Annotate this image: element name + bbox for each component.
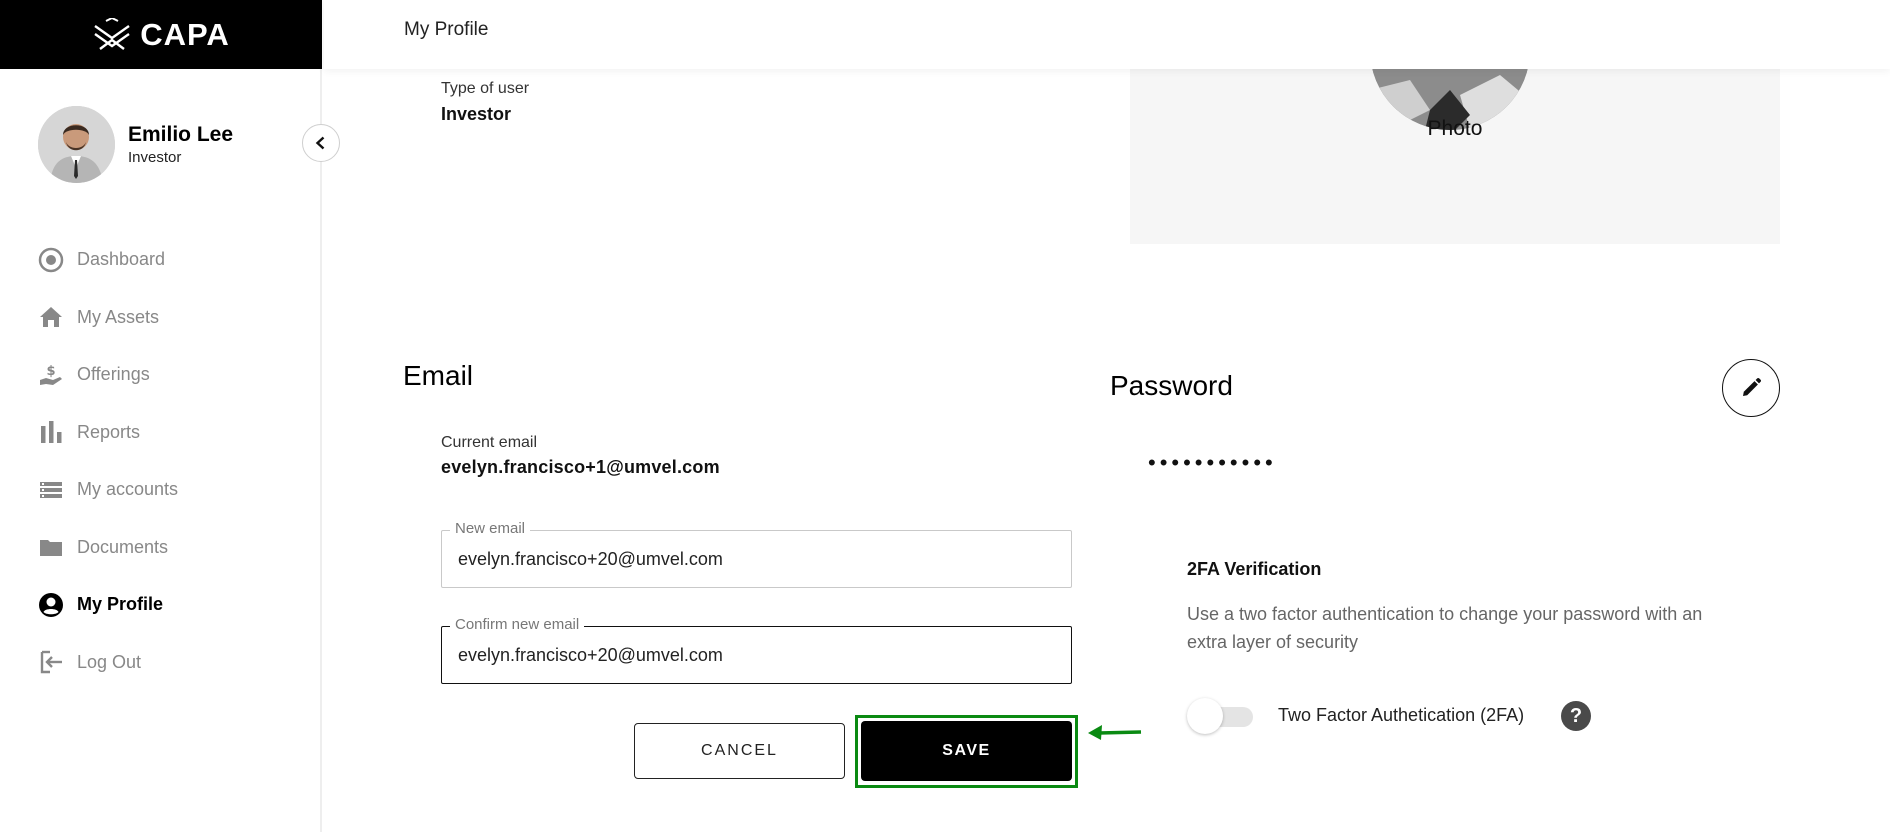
sidebar-item-label: My accounts — [77, 479, 179, 500]
sidebar-item-reports[interactable]: Reports — [38, 404, 308, 462]
chevron-left-icon — [315, 136, 325, 150]
account-circle-icon — [38, 592, 64, 618]
tfa-description: Use a two factor authentication to chang… — [1187, 604, 1703, 652]
capa-logo-icon — [94, 17, 130, 50]
current-email-label: Current email — [441, 434, 538, 451]
sidebar-item-my-assets[interactable]: My Assets — [38, 289, 308, 347]
photo-panel: Photo — [1130, 40, 1780, 244]
user-type-label: Type of user — [441, 80, 530, 97]
new-email-input[interactable] — [442, 531, 1071, 587]
brand-bar[interactable]: CAPA — [0, 0, 322, 69]
toggle-thumb — [1187, 698, 1223, 734]
sidebar-item-offerings[interactable]: $ Offerings — [38, 346, 308, 404]
sidebar-item-log-out[interactable]: Log Out — [38, 634, 308, 692]
confirm-email-field[interactable]: Confirm new email — [441, 616, 1072, 684]
sidebar-item-documents[interactable]: Documents — [38, 519, 308, 577]
tfa-toggle[interactable] — [1187, 697, 1259, 735]
help-icon[interactable]: ? — [1561, 701, 1591, 731]
sidebar-item-label: Log Out — [77, 651, 142, 672]
annotation-arrow-icon — [1088, 725, 1142, 740]
svg-text:$: $ — [46, 364, 55, 379]
password-section-heading: Password — [1110, 370, 1233, 401]
current-email-value: evelyn.francisco+1@umvel.com — [441, 457, 720, 477]
sidebar-item-label: Documents — [77, 536, 169, 557]
top-header: My Profile — [324, 0, 1890, 69]
sidebar-item-dashboard[interactable]: Dashboard — [38, 231, 308, 289]
collapse-sidebar-button[interactable] — [302, 124, 340, 162]
folder-icon — [38, 534, 64, 560]
masked-password: ••••••••••• — [1148, 450, 1277, 475]
sidebar-item-label: Offerings — [77, 364, 150, 385]
home-icon — [38, 304, 64, 330]
user-type-value: Investor — [441, 104, 512, 124]
bar-chart-icon — [38, 419, 64, 445]
dashboard-icon — [38, 247, 64, 273]
sidebar-item-label: Dashboard — [77, 249, 166, 270]
tfa-toggle-label: Two Factor Authetication (2FA) — [1278, 705, 1525, 725]
photo-label: Photo — [1427, 117, 1483, 140]
sidebar-item-my-profile[interactable]: My Profile — [38, 576, 308, 634]
brand-name: CAPA — [140, 16, 230, 52]
sidebar-item-label: My Assets — [77, 306, 160, 327]
list-icon — [38, 477, 64, 503]
hand-dollar-icon: $ — [38, 362, 64, 388]
sidebar: CAPA Emilio Lee Investor Dashboard My As… — [0, 0, 322, 832]
tfa-heading: 2FA Verification — [1187, 559, 1322, 579]
logout-icon — [38, 649, 64, 675]
avatar-image-icon — [38, 106, 115, 183]
user-info: Emilio Lee Investor — [128, 122, 233, 167]
edit-password-button[interactable] — [1722, 359, 1780, 417]
save-button[interactable]: SAVE — [861, 721, 1072, 781]
sidebar-item-my-accounts[interactable]: My accounts — [38, 461, 308, 519]
email-section-heading: Email — [403, 360, 474, 391]
user-role: Investor — [128, 149, 182, 166]
new-email-field[interactable]: New email — [441, 520, 1072, 588]
page-title: My Profile — [404, 19, 489, 40]
sidebar-nav: Dashboard My Assets $ Offerings Reports … — [38, 231, 308, 691]
sidebar-item-label: My Profile — [77, 594, 164, 615]
avatar — [38, 106, 115, 183]
confirm-email-input[interactable] — [442, 627, 1071, 683]
user-name: Emilio Lee — [128, 123, 234, 146]
cancel-button[interactable]: CANCEL — [634, 723, 845, 779]
user-block: Emilio Lee Investor — [38, 106, 233, 183]
pencil-icon — [1743, 377, 1762, 396]
sidebar-item-label: Reports — [77, 421, 141, 442]
